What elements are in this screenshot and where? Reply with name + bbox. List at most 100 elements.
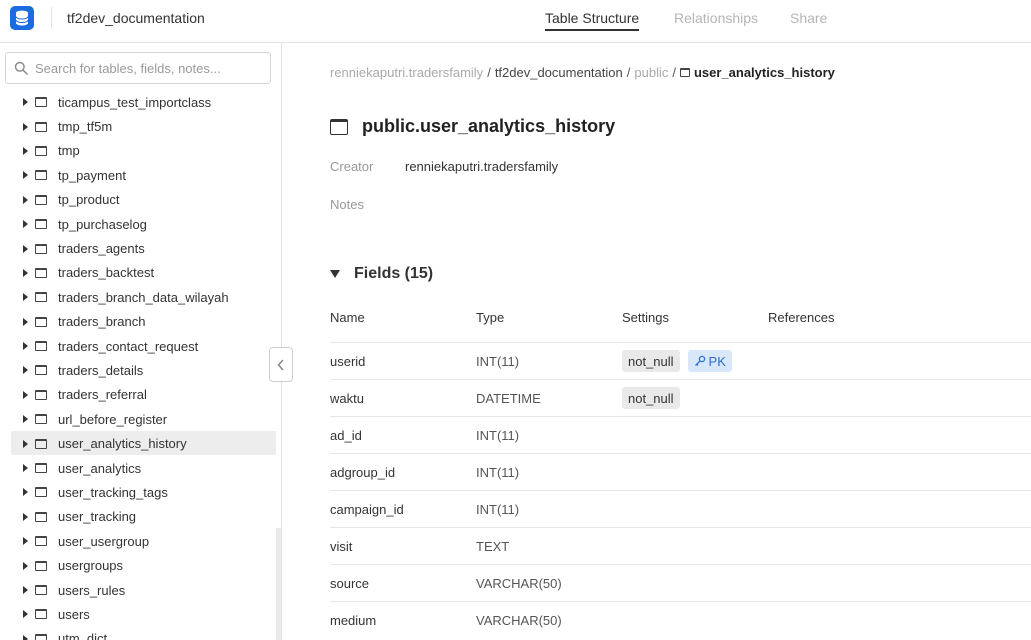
caret-right-icon[interactable] xyxy=(23,561,28,570)
tab-share[interactable]: Share xyxy=(790,10,827,26)
caret-right-icon[interactable] xyxy=(23,268,28,277)
sidebar-item-user-usergroup[interactable]: user_usergroup xyxy=(0,529,281,553)
caret-right-icon[interactable] xyxy=(23,220,28,229)
table-icon xyxy=(35,170,47,181)
primary-key-badge: PK xyxy=(687,350,732,372)
sidebar-item-label: user_usergroup xyxy=(58,533,150,549)
sidebar-item-label: tp_payment xyxy=(58,167,126,183)
sidebar-scrollbar[interactable] xyxy=(276,528,281,640)
breadcrumb: renniekaputri.tradersfamily / tf2dev_doc… xyxy=(330,65,835,80)
sidebar-item-user-tracking[interactable]: user_tracking xyxy=(0,505,281,529)
sidebar-item-user-analytics[interactable]: user_analytics xyxy=(0,456,281,480)
sidebar-item-label: traders_branch xyxy=(58,314,146,330)
caret-right-icon[interactable] xyxy=(23,415,28,424)
caret-right-icon[interactable] xyxy=(23,122,28,131)
sidebar-item-tmp-tf5m[interactable]: tmp_tf5m xyxy=(0,114,281,138)
caret-right-icon[interactable] xyxy=(23,586,28,594)
primary-key-label: PK xyxy=(708,353,726,369)
caret-right-icon[interactable] xyxy=(23,366,28,375)
table-icon xyxy=(35,243,47,254)
creator-value: renniekaputri.tradersfamily xyxy=(405,159,559,174)
field-row[interactable]: userid INT(11) not_null PK xyxy=(330,342,1031,379)
caret-right-icon[interactable] xyxy=(23,390,28,399)
sidebar-item-traders-contact-request[interactable]: traders_contact_request xyxy=(0,334,281,358)
field-row[interactable]: medium VARCHAR(50) xyxy=(330,601,1031,638)
fields-section-toggle[interactable]: Fields (15) xyxy=(330,265,433,283)
caret-right-icon[interactable] xyxy=(23,98,28,107)
field-row[interactable]: adgroup_id INT(11) xyxy=(330,453,1031,490)
top-bar: tf2dev_documentation Table Structure Rel… xyxy=(0,0,1031,43)
sidebar-item-traders-details[interactable]: traders_details xyxy=(0,358,281,382)
tab-table-structure[interactable]: Table Structure xyxy=(545,10,640,31)
sidebar-item-label: tmp xyxy=(58,143,80,159)
caret-right-icon[interactable] xyxy=(23,512,28,521)
caret-right-icon[interactable] xyxy=(23,195,28,204)
field-row[interactable]: visit TEXT xyxy=(330,527,1031,564)
field-row[interactable]: campaign_id INT(11) xyxy=(330,490,1031,527)
table-icon xyxy=(35,267,47,278)
sidebar-item-utm-dict[interactable]: utm_dict xyxy=(0,627,281,640)
breadcrumb-project[interactable]: tf2dev_documentation xyxy=(495,65,623,80)
sidebar-item-tp-payment[interactable]: tp_payment xyxy=(0,163,281,187)
field-name: waktu xyxy=(330,391,364,406)
table-tree[interactable]: ticampus_test_importclass tmp_tf5mtmp tp_p… xyxy=(0,91,281,640)
table-icon xyxy=(35,389,47,400)
sidebar-item-url-before-register[interactable]: url_before_register xyxy=(0,407,281,431)
field-row[interactable]: source VARCHAR(50) xyxy=(330,564,1031,601)
sidebar-item-traders-referral[interactable]: traders_referral xyxy=(0,383,281,407)
caret-right-icon[interactable] xyxy=(23,293,28,302)
table-icon xyxy=(35,585,47,595)
not-null-badge: not_null xyxy=(622,350,680,372)
app-title[interactable]: tf2dev_documentation xyxy=(67,10,205,26)
table-icon xyxy=(35,365,47,376)
caret-right-icon[interactable] xyxy=(23,537,28,546)
tab-relationships[interactable]: Relationships xyxy=(674,10,758,26)
field-row[interactable]: waktu DATETIME not_null xyxy=(330,379,1031,416)
field-type: INT(11) xyxy=(476,502,520,517)
caret-right-icon[interactable] xyxy=(23,634,28,640)
caret-right-icon[interactable] xyxy=(23,171,28,180)
sidebar-item-label: traders_contact_request xyxy=(58,338,199,354)
caret-right-icon[interactable] xyxy=(23,317,28,326)
sidebar-item-traders-branch-data-wilayah[interactable]: traders_branch_data_wilayah xyxy=(0,285,281,309)
sidebar-item-users-rules[interactable]: users_rules xyxy=(0,578,281,602)
sidebar-item-user-tracking-tags[interactable]: user_tracking_tags xyxy=(0,480,281,504)
caret-right-icon[interactable] xyxy=(23,342,28,351)
breadcrumb-current: user_analytics_history xyxy=(679,65,835,80)
sidebar-item-tmp[interactable]: tmp xyxy=(0,139,281,163)
sidebar-item-label: ticampus_test_importclass xyxy=(58,94,212,110)
sidebar-item-traders-agents[interactable]: traders_agents xyxy=(0,236,281,260)
sidebar-item-label: traders_agents xyxy=(58,241,145,257)
table-icon xyxy=(35,316,47,327)
caret-right-icon[interactable] xyxy=(23,464,28,473)
sidebar-item-user-analytics-history[interactable]: user_analytics_history xyxy=(0,431,281,456)
field-type: INT(11) xyxy=(476,465,520,480)
search-input[interactable] xyxy=(35,60,255,76)
caret-right-icon[interactable] xyxy=(23,146,28,155)
sidebar-item-label: users_rules xyxy=(58,582,126,598)
field-row[interactable]: ad_id INT(11) xyxy=(330,416,1031,453)
sidebar-item-ticampus-test-importclass[interactable]: ticampus_test_importclass xyxy=(0,91,281,114)
caret-right-icon[interactable] xyxy=(23,610,28,619)
sidebar-item-tp-product[interactable]: tp_product xyxy=(0,188,281,212)
sidebar-item-label: utm_dict xyxy=(58,631,108,640)
breadcrumb-owner[interactable]: renniekaputri.tradersfamily xyxy=(330,65,483,80)
sidebar-item-usergroups[interactable]: usergroups xyxy=(0,553,281,577)
caret-right-icon[interactable] xyxy=(23,488,28,497)
table-icon xyxy=(330,118,348,135)
column-header-settings: Settings xyxy=(622,310,669,325)
sidebar-item-traders-backtest[interactable]: traders_backtest xyxy=(0,261,281,285)
sidebar-item-traders-branch[interactable]: traders_branch xyxy=(0,310,281,334)
table-icon xyxy=(35,121,47,132)
caret-right-icon[interactable] xyxy=(23,244,28,253)
caret-right-icon[interactable] xyxy=(23,439,28,448)
sidebar-item-tp-purchaselog[interactable]: tp_purchaselog xyxy=(0,212,281,236)
search-box[interactable] xyxy=(5,52,271,84)
table-icon xyxy=(35,414,47,425)
table-icon xyxy=(35,292,47,303)
sidebar-item-users[interactable]: users xyxy=(0,602,281,626)
breadcrumb-schema[interactable]: public xyxy=(634,65,668,80)
field-type: TEXT xyxy=(476,539,510,554)
database-icon[interactable] xyxy=(10,6,34,30)
collapse-sidebar-button[interactable] xyxy=(269,347,293,382)
